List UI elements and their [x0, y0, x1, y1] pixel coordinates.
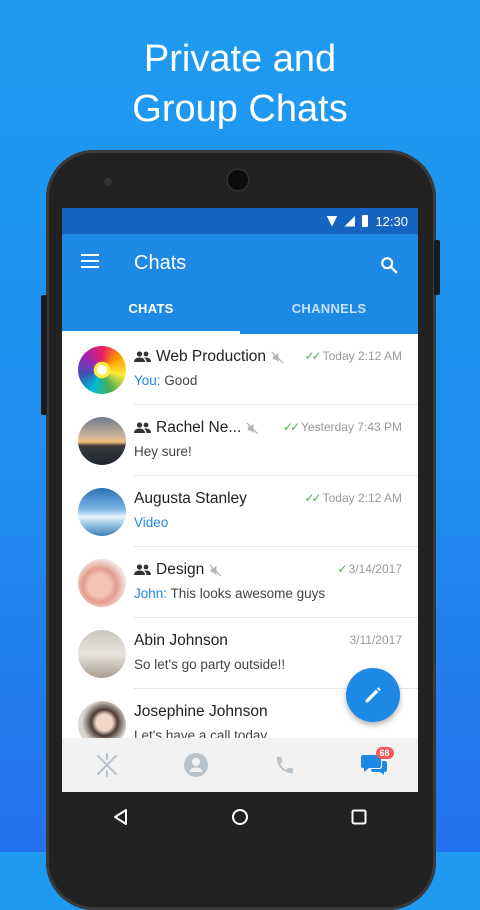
app-title: Chats	[134, 252, 187, 274]
tab-channels[interactable]: CHANNELS	[240, 290, 418, 334]
group-icon	[134, 351, 151, 362]
status-time: 12:30	[375, 213, 408, 229]
promo-headline: Private and Group Chats	[0, 34, 480, 134]
group-icon	[134, 564, 151, 575]
calls-icon	[276, 756, 293, 774]
preview-message: So let's go party outside!!	[134, 657, 286, 672]
chat-timestamp: Today 2:12 AM	[322, 349, 402, 363]
tab-chats[interactable]: CHATS	[62, 290, 240, 334]
menu-icon[interactable]	[81, 254, 99, 268]
chat-time: ✓✓ Yesterday 7:43 PM	[283, 420, 402, 434]
home-icon	[231, 809, 248, 825]
logo-icon	[96, 753, 117, 777]
phone-screen: 12:30 Chats CHATS CHANNELS Web Productio…	[62, 208, 418, 792]
avatar	[78, 417, 126, 465]
system-nav-bar	[62, 792, 418, 842]
chat-name: Web Production	[156, 348, 266, 365]
app-bar: Chats CHATS CHANNELS	[62, 234, 418, 334]
promo-line-2: Group Chats	[132, 88, 348, 130]
recents-icon	[351, 809, 367, 825]
chat-time: 3/11/2017	[350, 633, 403, 647]
search-icon[interactable]	[380, 256, 398, 274]
chat-row[interactable]: Web Production ✓✓ Today 2:12 AM You: Good	[62, 334, 418, 405]
chat-preview: So let's go party outside!!	[134, 657, 285, 672]
contacts-icon	[183, 753, 208, 777]
status-bar: 12:30	[62, 208, 418, 234]
mute-icon	[271, 350, 284, 364]
check-icon: ✓	[337, 562, 348, 576]
double-check-icon: ✓✓	[304, 349, 322, 363]
signal-icon	[344, 215, 356, 227]
chat-name-line: Rachel Ne...	[134, 419, 259, 437]
chat-timestamp: Yesterday 7:43 PM	[301, 420, 402, 434]
chat-name: Rachel Ne...	[156, 419, 242, 436]
chat-timestamp: 3/11/2017	[349, 633, 403, 647]
avatar	[78, 630, 126, 678]
chat-timestamp: 3/14/2017	[348, 562, 402, 576]
promo-line-1: Private and	[143, 38, 337, 80]
preview-message: Good	[160, 373, 198, 388]
pencil-icon	[365, 687, 381, 703]
chat-preview: Video	[134, 515, 168, 530]
wifi-icon	[326, 215, 338, 227]
avatar	[78, 346, 126, 394]
preview-message: This looks awesome guys	[167, 586, 326, 601]
chat-name-line: Abin Johnson	[134, 632, 228, 650]
chat-row[interactable]: Rachel Ne... ✓✓ Yesterday 7:43 PM Hey sure!	[62, 405, 418, 476]
compose-button[interactable]	[346, 668, 400, 722]
chat-name: Augusta Stanley	[134, 490, 247, 507]
chat-name-line: Augusta Stanley	[134, 490, 247, 508]
power-button	[434, 240, 440, 295]
nav-chats[interactable]: 68	[354, 745, 394, 785]
chat-name-line: Web Production	[134, 348, 284, 366]
chat-time: ✓✓ Today 2:12 AM	[305, 349, 403, 363]
back-icon	[114, 809, 128, 825]
chat-preview: You: Good	[134, 373, 197, 388]
chat-preview: Hey sure!	[134, 444, 192, 459]
volume-button	[41, 295, 47, 415]
mute-icon	[209, 563, 222, 577]
avatar	[78, 488, 126, 536]
chat-name-line: Josephine Johnson	[134, 703, 268, 721]
chat-name: Abin Johnson	[134, 632, 228, 649]
preview-sender: You:	[134, 373, 161, 388]
front-camera	[228, 170, 248, 190]
double-check-icon: ✓✓	[282, 420, 300, 434]
unread-badge: 68	[375, 747, 394, 759]
double-check-icon: ✓✓	[304, 491, 322, 505]
nav-contacts[interactable]	[176, 745, 216, 785]
tab-bar: CHATS CHANNELS	[62, 290, 418, 334]
nav-home[interactable]	[87, 745, 127, 785]
battery-icon	[362, 215, 369, 227]
chat-time: ✓✓ Today 2:12 AM	[305, 491, 403, 505]
chat-name: Design	[156, 561, 205, 578]
chat-row[interactable]: Augusta Stanley ✓✓ Today 2:12 AM Video	[62, 476, 418, 547]
preview-message: Video	[134, 515, 169, 530]
mute-icon	[246, 421, 259, 435]
chat-time: ✓ 3/14/2017	[338, 562, 402, 576]
back-button[interactable]	[106, 802, 136, 832]
avatar	[78, 559, 126, 607]
chat-row[interactable]: Design ✓ 3/14/2017 John: This looks awesome…	[62, 547, 418, 618]
preview-message: Hey sure!	[134, 444, 192, 459]
home-button[interactable]	[225, 802, 255, 832]
chat-preview: John: This looks awesome guys	[134, 586, 325, 601]
nav-calls[interactable]	[265, 745, 305, 785]
chat-timestamp: Today 2:12 AM	[322, 491, 402, 505]
recents-button[interactable]	[344, 802, 374, 832]
bottom-nav: 68	[62, 738, 418, 792]
preview-sender: John:	[134, 586, 168, 601]
group-icon	[134, 422, 151, 433]
chat-name-line: Design	[134, 561, 222, 579]
sensor-dot	[104, 178, 112, 186]
chat-name: Josephine Johnson	[134, 703, 268, 720]
